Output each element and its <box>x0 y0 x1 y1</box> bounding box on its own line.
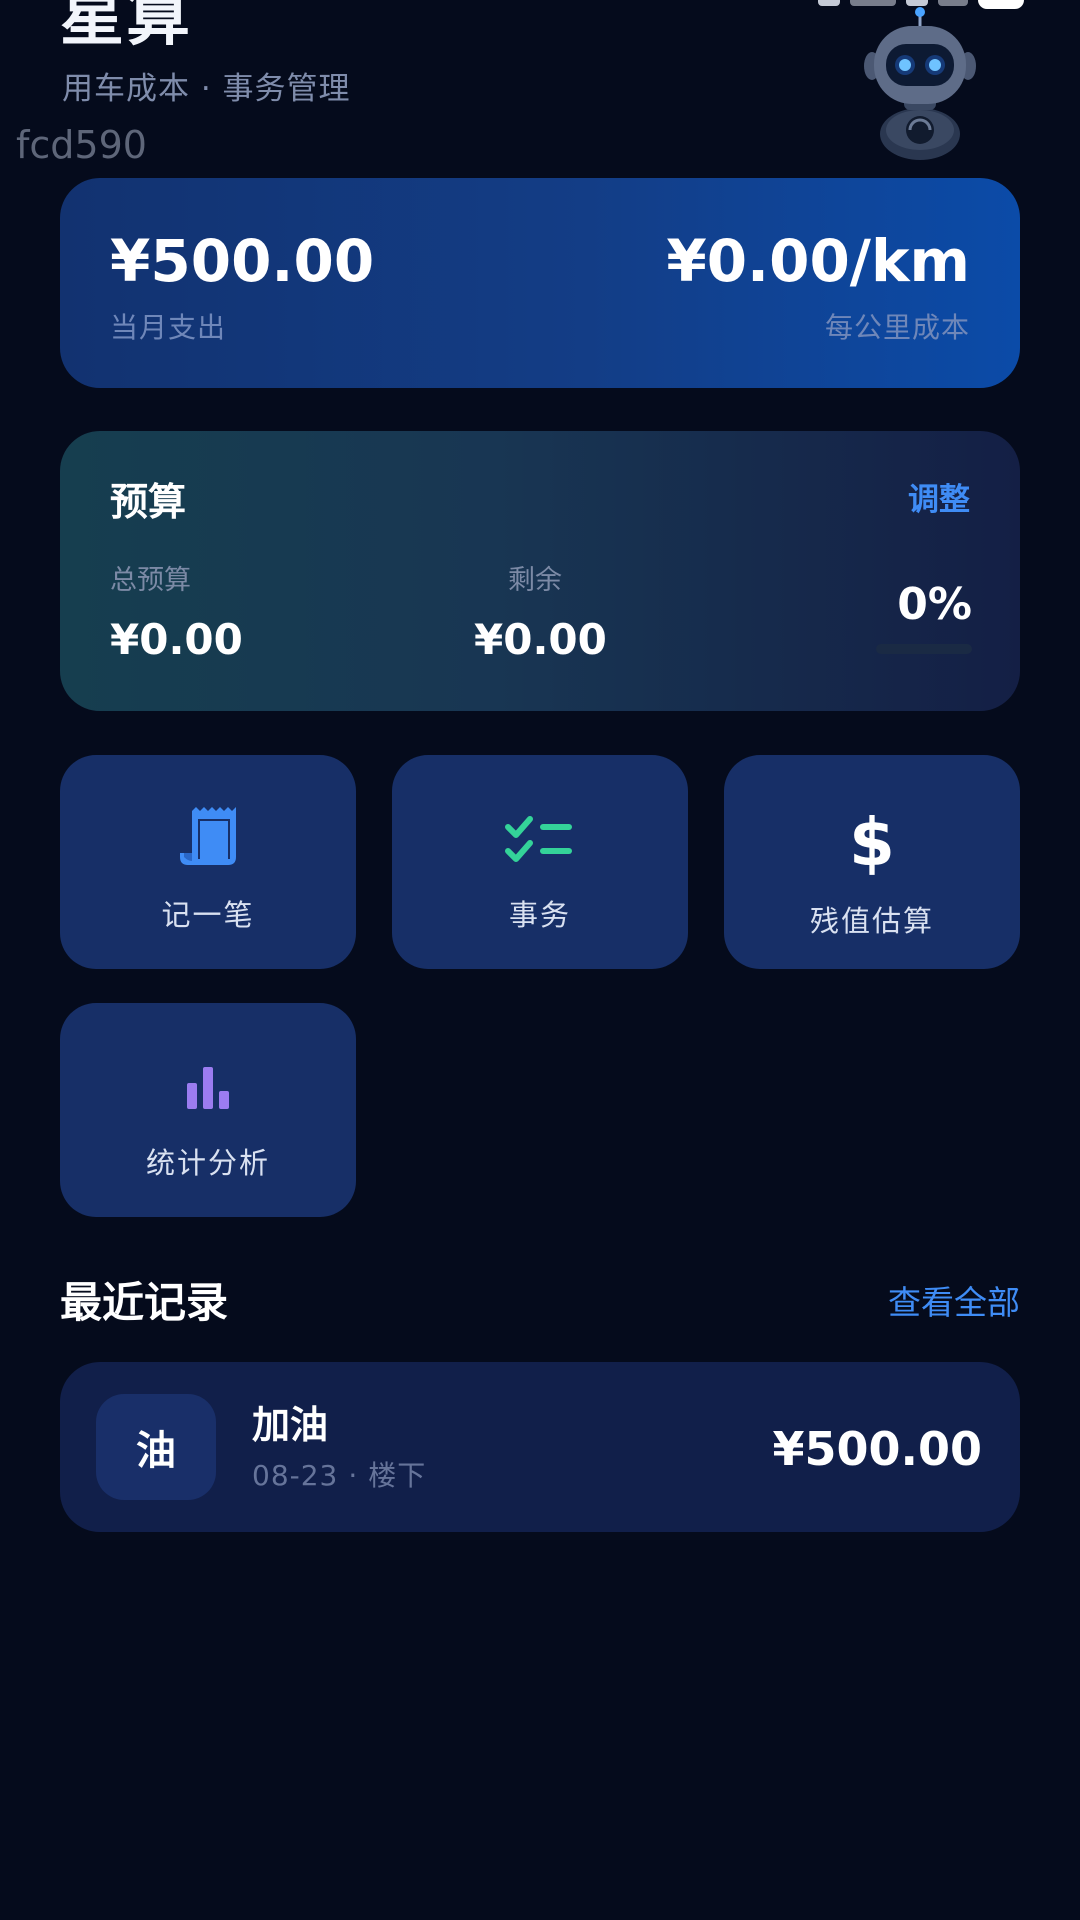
budget-progress-bar <box>876 644 972 654</box>
battery-icon <box>978 0 1024 9</box>
record-name: 加油 <box>252 1403 329 1447</box>
remaining-budget-label: 剩余 <box>508 565 562 596</box>
total-budget-value: ¥0.00 <box>110 615 243 664</box>
statistics-label: 统计分析 <box>145 1146 270 1180</box>
cost-per-km-value: ¥0.00/km <box>666 227 970 295</box>
record-amount: ¥500.00 <box>772 1422 982 1476</box>
view-all-link[interactable]: 查看全部 <box>888 1286 1020 1319</box>
budget-title: 预算 <box>110 480 187 524</box>
record-location: 楼下 <box>368 1459 427 1492</box>
app-subtitle: 用车成本 · 事务管理 <box>62 71 351 107</box>
tasks-button[interactable]: 事务 <box>392 755 688 969</box>
app-title: 星算 <box>60 0 192 55</box>
svg-text:$: $ <box>849 804 895 877</box>
bar-chart-icon <box>187 1067 229 1109</box>
total-budget-label: 总预算 <box>110 565 191 596</box>
record-expense-label: 记一笔 <box>161 898 255 932</box>
residual-value-label: 残值估算 <box>809 904 934 938</box>
monthly-spend-value: ¥500.00 <box>110 227 375 295</box>
record-category-badge: 油 <box>96 1394 216 1500</box>
budget-used-percent: 0% <box>897 579 972 630</box>
dollar-icon: $ <box>849 804 895 877</box>
checklist-icon <box>505 816 572 862</box>
monthly-summary-card: ¥500.00 当月支出 ¥0.00/km 每公里成本 <box>60 178 1020 388</box>
record-expense-button[interactable]: 记一笔 <box>60 755 356 969</box>
cost-per-km-label: 每公里成本 <box>824 311 970 344</box>
recent-records-title: 最近记录 <box>60 1278 229 1327</box>
list-item[interactable]: 油 加油 08-23 · 楼下 ¥500.00 <box>60 1362 1020 1532</box>
residual-value-button[interactable]: $ 残值估算 <box>724 755 1020 969</box>
monthly-spend-label: 当月支出 <box>110 311 227 344</box>
status-indicator <box>818 0 840 6</box>
record-separator: · <box>348 1459 359 1492</box>
receipt-icon <box>180 807 236 865</box>
watermark-text: fcd590 <box>16 123 147 167</box>
robot-mascot-icon[interactable] <box>862 4 978 162</box>
statistics-button[interactable]: 统计分析 <box>60 1003 356 1217</box>
record-meta: 08-23 · 楼下 <box>252 1462 426 1490</box>
remaining-budget-value: ¥0.00 <box>474 615 607 664</box>
budget-card: 预算 调整 总预算 ¥0.00 剩余 ¥0.00 0% <box>60 431 1020 711</box>
tasks-label: 事务 <box>508 898 571 932</box>
budget-adjust-button[interactable]: 调整 <box>908 485 970 516</box>
record-date: 08-23 <box>252 1459 339 1492</box>
